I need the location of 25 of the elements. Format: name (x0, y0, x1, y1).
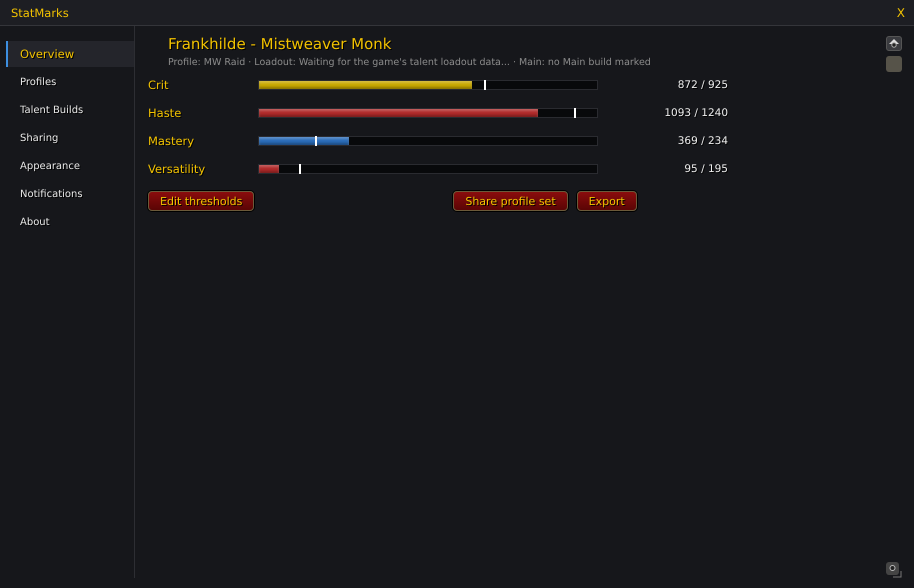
scroll-up-button[interactable] (886, 36, 902, 51)
profile-summary: Profile: MW Raid · Loadout: Waiting for the game's talent loadout data... · Main: no Main build marked (168, 57, 651, 68)
stat-label: Haste (148, 106, 182, 120)
close-button[interactable]: X (896, 6, 905, 20)
sidebar-item[interactable]: Appearance (6, 153, 134, 179)
stat-value: 872 / 925 (676, 79, 728, 91)
action-button[interactable]: Edit thresholds (148, 191, 254, 211)
stat-label: Mastery (148, 134, 196, 148)
window-title: StatMarks (11, 6, 69, 20)
action-button[interactable]: Share profile set (453, 191, 568, 211)
stat-value: 369 / 234 (676, 135, 728, 147)
stat-label: Versatility (148, 162, 206, 176)
stat-value: 95 / 195 (683, 163, 728, 175)
sidebar-item[interactable]: Notifications (6, 181, 134, 207)
character-title: Frankhilde - Mistweaver Monk (168, 35, 392, 53)
sidebar-item[interactable]: About (6, 209, 134, 235)
scroll-thumb[interactable] (886, 56, 902, 72)
stat-label: Crit (148, 78, 170, 92)
action-button[interactable]: Export (576, 191, 637, 211)
sidebar-item[interactable]: Overview (6, 41, 134, 67)
sidebar-item[interactable]: Talent Builds (6, 97, 134, 123)
stat-value: 1093 / 1240 (663, 107, 728, 119)
sidebar-item[interactable]: Profiles (6, 69, 134, 95)
sidebar-item[interactable]: Sharing (6, 125, 134, 151)
resize-grip-icon[interactable] (886, 562, 902, 578)
